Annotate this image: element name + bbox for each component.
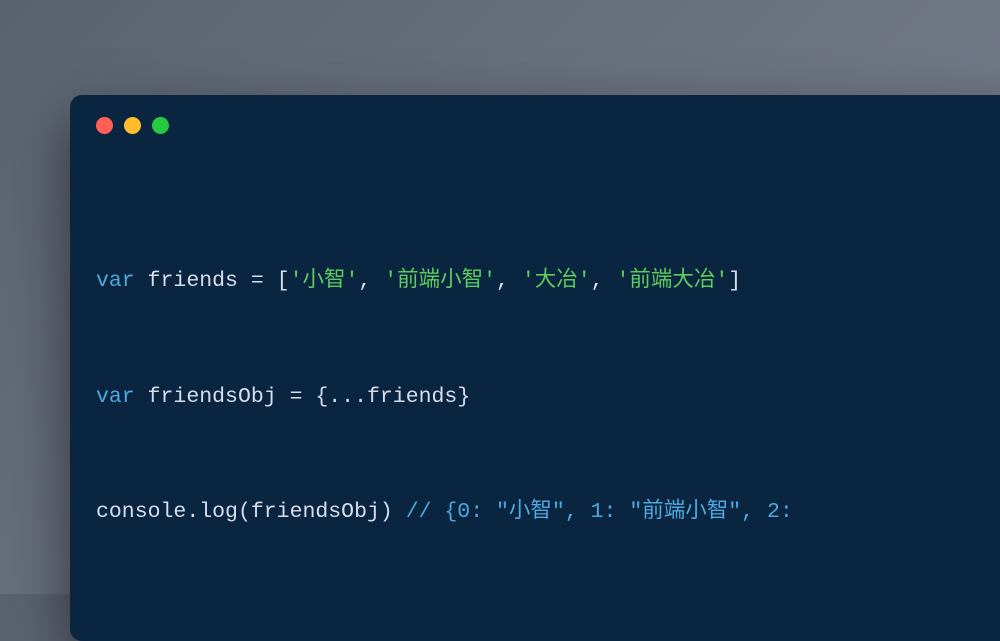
code-line-1: var friends = ['小智', '前端小智', '大冶', '前端大冶… — [96, 266, 1000, 297]
string-literal: '前端小智' — [384, 269, 496, 293]
code-line-2: var friendsObj = {...friends} — [96, 382, 1000, 413]
identifier: console — [96, 500, 186, 524]
keyword-var: var — [96, 385, 135, 409]
close-icon[interactable] — [96, 117, 113, 134]
string-literal: '大冶' — [522, 269, 591, 293]
identifier: friends — [148, 269, 238, 293]
code-content: var friends = ['小智', '前端小智', '大冶', '前端大冶… — [70, 144, 1000, 641]
string-literal: '前端大冶' — [616, 269, 728, 293]
string-literal: '小智' — [290, 269, 359, 293]
window-titlebar — [70, 95, 1000, 144]
identifier: friendsObj — [148, 385, 277, 409]
method-name: log — [199, 500, 238, 524]
comment: // {0: "小智", 1: "前端小智", 2: — [406, 500, 793, 524]
code-window: var friends = ['小智', '前端小智', '大冶', '前端大冶… — [70, 95, 1000, 641]
minimize-icon[interactable] — [124, 117, 141, 134]
code-line-3: console.log(friendsObj) // {0: "小智", 1: … — [96, 497, 1000, 528]
maximize-icon[interactable] — [152, 117, 169, 134]
keyword-var: var — [96, 269, 135, 293]
